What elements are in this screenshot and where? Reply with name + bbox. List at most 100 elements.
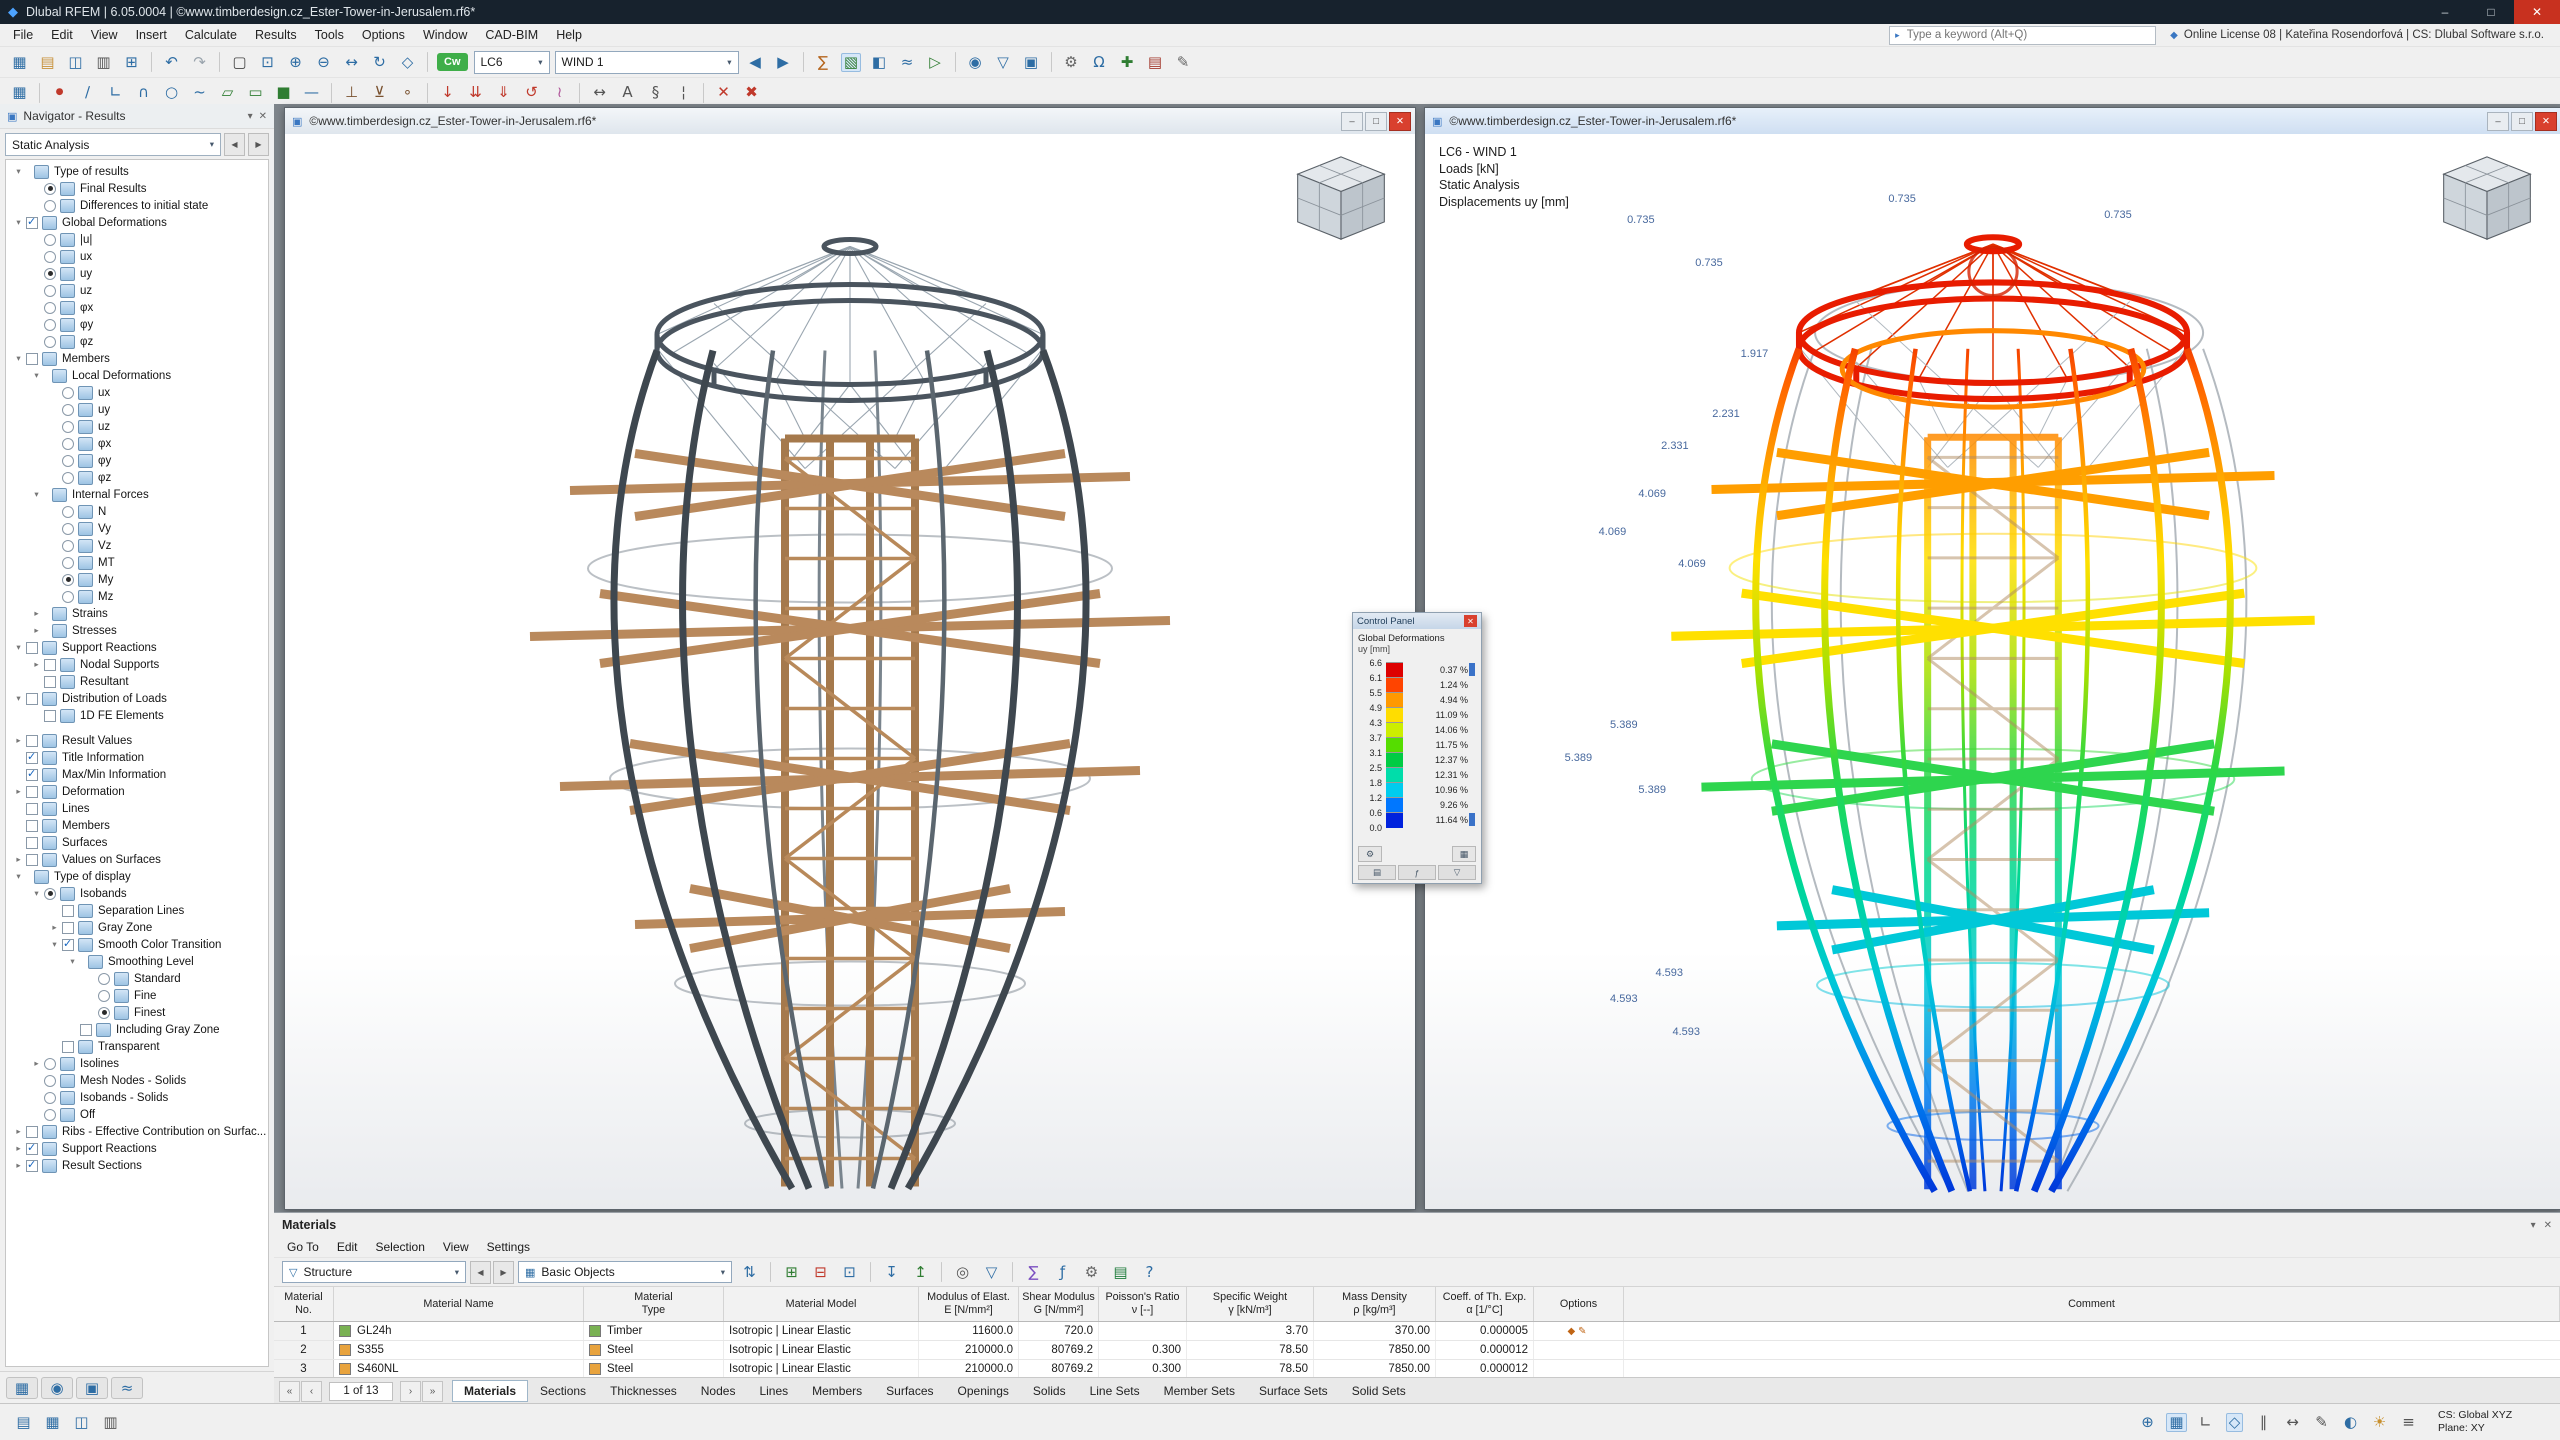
material-row[interactable]: 2 S355 Steel Isotropic | Linear Elastic … [274,1341,2560,1360]
table-tab[interactable]: Member Sets [1152,1380,1247,1402]
ruler-icon[interactable]: ≡ [2395,1410,2422,1434]
imperfection-icon[interactable]: ≀ [546,81,573,105]
expander-icon[interactable]: ▸ [12,1126,25,1137]
separator[interactable] [151,52,152,72]
display-settings-icon[interactable]: ⚙ [1058,50,1085,74]
item-control[interactable] [98,1007,110,1019]
tree-item[interactable]: Vz [6,537,268,554]
search-input[interactable]: ▸ [1889,26,2156,45]
separator[interactable] [427,52,428,72]
menu-edit[interactable]: Edit [42,26,82,44]
units-icon[interactable]: Ω [1086,50,1113,74]
separator[interactable] [331,83,332,103]
tree-item[interactable]: Standard [6,970,268,987]
undo-icon[interactable]: ↶ [158,50,185,74]
item-control[interactable] [26,353,38,365]
separator[interactable] [770,1262,771,1282]
item-control[interactable] [98,990,110,1002]
column-header[interactable]: Material Type [584,1287,724,1321]
menu-view[interactable]: View [82,26,127,44]
isometric-view-icon[interactable]: ◇ [394,50,421,74]
item-control[interactable] [26,1160,38,1172]
tree-item[interactable]: N [6,503,268,520]
column-header[interactable]: Shear Modulus G [N/mm²] [1019,1287,1099,1321]
tree-item[interactable]: MT [6,554,268,571]
separator[interactable] [941,1262,942,1282]
expander-icon[interactable]: ▾ [48,939,61,950]
menu-file[interactable]: File [4,26,42,44]
tree-item[interactable]: Fine [6,987,268,1004]
item-control[interactable] [62,591,74,603]
show-results-icon[interactable]: ▧ [838,50,865,74]
item-control[interactable] [62,404,74,416]
ortho-icon[interactable]: ∟ [2192,1410,2219,1434]
table-tab[interactable]: Line Sets [1078,1380,1152,1402]
item-control[interactable] [44,336,56,348]
tree-item[interactable]: ▾ Type of results [6,163,268,180]
control-panel[interactable]: Control Panel ✕ Global Deformations uy [… [1352,612,1482,884]
line-support-icon[interactable]: ⊻ [366,81,393,105]
item-control[interactable] [44,319,56,331]
tree-item[interactable]: Including Gray Zone [6,1021,268,1038]
open-icon[interactable]: ▤ [34,50,61,74]
render-mode-icon[interactable]: ◐ [2337,1410,2364,1434]
close-icon[interactable]: ✕ [2544,1220,2552,1231]
expander-icon[interactable]: ▸ [12,854,25,865]
item-control[interactable] [62,939,74,951]
expander-icon[interactable]: ▾ [12,166,25,177]
panel-messages-icon[interactable]: ▥ [97,1410,124,1434]
menu-cad-bim[interactable]: CAD-BIM [476,26,547,44]
tree-item[interactable]: ▸ Values on Surfaces [6,851,268,868]
model-window-left-titlebar[interactable]: ▣ ©www.timberdesign.cz_Ester-Tower-in-Je… [285,108,1415,135]
scale-table-icon[interactable]: ▦ [1452,846,1476,862]
tree-item[interactable]: uz [6,418,268,435]
minimize-icon[interactable]: – [1341,112,1363,131]
table-tab[interactable]: Surface Sets [1247,1380,1340,1402]
column-header[interactable]: Modulus of Elast. E [N/mm²] [919,1287,1019,1321]
tree-item[interactable]: ▾ Type of display [6,868,268,885]
delete-loads-icon[interactable]: ✕ [710,81,737,105]
tree-item[interactable]: φx [6,299,268,316]
item-control[interactable] [44,888,56,900]
pin-icon[interactable]: ▾ [2531,1220,2536,1231]
import-table-icon[interactable]: ↧ [878,1260,905,1284]
copy-row-icon[interactable]: ⊡ [836,1260,863,1284]
item-control[interactable] [26,769,38,781]
tree-item[interactable]: 1D FE Elements [6,707,268,724]
object-snap-icon[interactable]: ◇ [2221,1410,2248,1434]
menu-results[interactable]: Results [246,26,306,44]
last-page-button[interactable]: » [422,1381,443,1402]
dimensions-icon[interactable]: ↔ [2279,1410,2306,1434]
section-cut-icon[interactable]: § [642,81,669,105]
circle-icon[interactable]: ○ [158,81,185,105]
separator[interactable] [803,52,804,72]
tree-item[interactable]: Final Results [6,180,268,197]
item-control[interactable] [80,1024,92,1036]
tree-item[interactable]: uy [6,265,268,282]
column-header[interactable]: Material Model [724,1287,919,1321]
filter-table-icon[interactable]: ▽ [978,1260,1005,1284]
tree-item[interactable]: |u| [6,231,268,248]
tree-item[interactable]: ux [6,248,268,265]
panel-views-icon[interactable]: ◫ [68,1410,95,1434]
expander-icon[interactable]: ▸ [30,659,43,670]
object-category-select[interactable]: ▦ Basic Objects ▾ [518,1261,732,1283]
tree-item[interactable]: Isobands - Solids [6,1089,268,1106]
item-control[interactable] [26,642,38,654]
tree-item[interactable]: ▸ Nodal Supports [6,656,268,673]
table-goto-icon[interactable]: ⇅ [736,1260,763,1284]
control-panel-titlebar[interactable]: Control Panel ✕ [1353,613,1481,629]
color-scale-tab[interactable]: ▤ [1358,865,1396,880]
item-control[interactable] [44,1075,56,1087]
item-control[interactable] [26,854,38,866]
print-icon[interactable]: ▥ [90,50,117,74]
table-tab[interactable]: Sections [528,1380,598,1402]
item-control[interactable] [44,710,56,722]
settings-table-icon[interactable]: ⚙ [1078,1260,1105,1284]
member-hinge-icon[interactable]: ∘ [394,81,421,105]
nodal-support-icon[interactable]: ⊥ [338,81,365,105]
menu-tools[interactable]: Tools [306,26,353,44]
fx-icon[interactable]: ƒ [1049,1260,1076,1284]
item-control[interactable] [62,455,74,467]
tree-item[interactable]: φy [6,452,268,469]
